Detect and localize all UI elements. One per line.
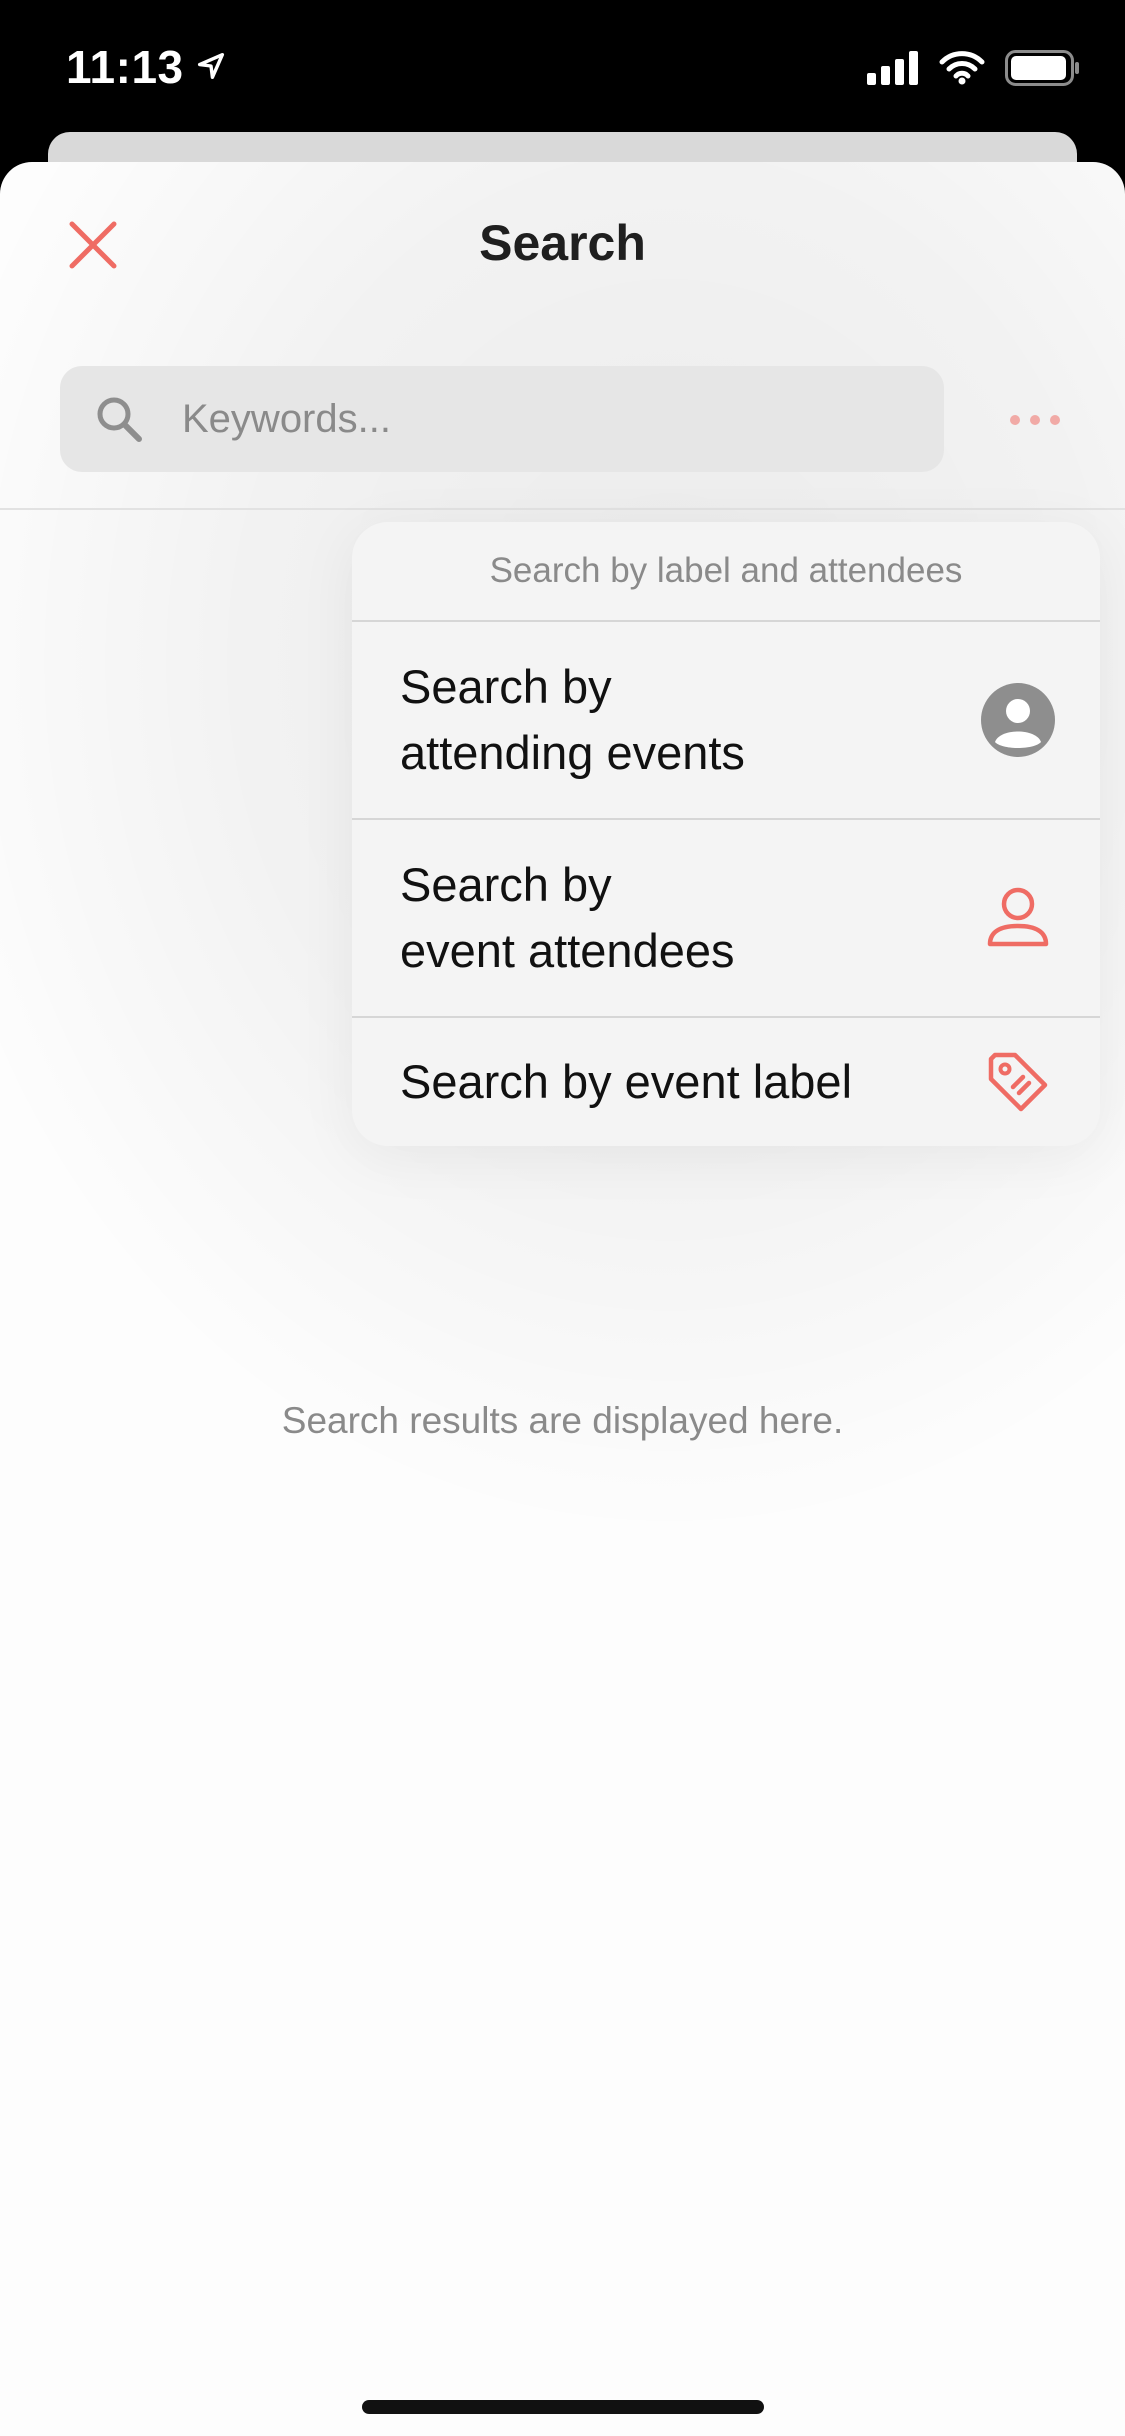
- menu-item-attending-events[interactable]: Search by attending events: [352, 622, 1100, 820]
- menu-item-event-label[interactable]: Search by event label: [352, 1018, 1100, 1146]
- wifi-icon: [939, 51, 985, 90]
- cellular-signal-icon: [867, 51, 919, 90]
- status-time-text: 11:13: [66, 41, 184, 93]
- header-divider: [0, 508, 1125, 510]
- app-screen: 11:13 Search Keywords... Search results …: [0, 0, 1125, 2436]
- battery-icon: [1005, 50, 1081, 91]
- tag-icon: [980, 1044, 1056, 1120]
- menu-item-label: Search by event attendees: [400, 852, 960, 984]
- menu-item-label-line: event attendees: [400, 924, 735, 977]
- search-input[interactable]: [180, 395, 884, 443]
- page-title: Search: [479, 215, 646, 271]
- location-arrow-icon: [194, 40, 228, 94]
- menu-item-label: Search by attending events: [400, 654, 960, 786]
- search-options-menu: Search by label and attendees Search by …: [352, 522, 1100, 1146]
- status-indicators: [867, 50, 1081, 91]
- menu-item-label-line: attending events: [400, 726, 745, 779]
- person-outline-icon: [980, 880, 1056, 956]
- search-field[interactable]: [60, 366, 944, 472]
- status-time: 11:13: [66, 40, 228, 94]
- home-indicator[interactable]: [362, 2400, 764, 2414]
- more-horizontal-icon-dot: [1010, 415, 1020, 425]
- search-sheet: Search Search results are displayed here…: [0, 162, 1125, 2436]
- more-horizontal-icon-dot: [1030, 415, 1040, 425]
- status-bar: 11:13: [0, 0, 1125, 132]
- menu-item-event-attendees[interactable]: Search by event attendees: [352, 820, 1100, 1018]
- person-circle-icon: [980, 682, 1056, 758]
- empty-results-text: Search results are displayed here.: [281, 1400, 844, 1441]
- menu-item-label: Search by event label: [400, 1055, 853, 1108]
- more-horizontal-icon-dot: [1050, 415, 1060, 425]
- search-icon: [94, 394, 144, 444]
- menu-header: Search by label and attendees: [352, 522, 1100, 622]
- menu-item-label-line: Search by: [400, 858, 612, 911]
- menu-item-label-line: Search by: [400, 660, 612, 713]
- more-options-button[interactable]: [1010, 402, 1060, 438]
